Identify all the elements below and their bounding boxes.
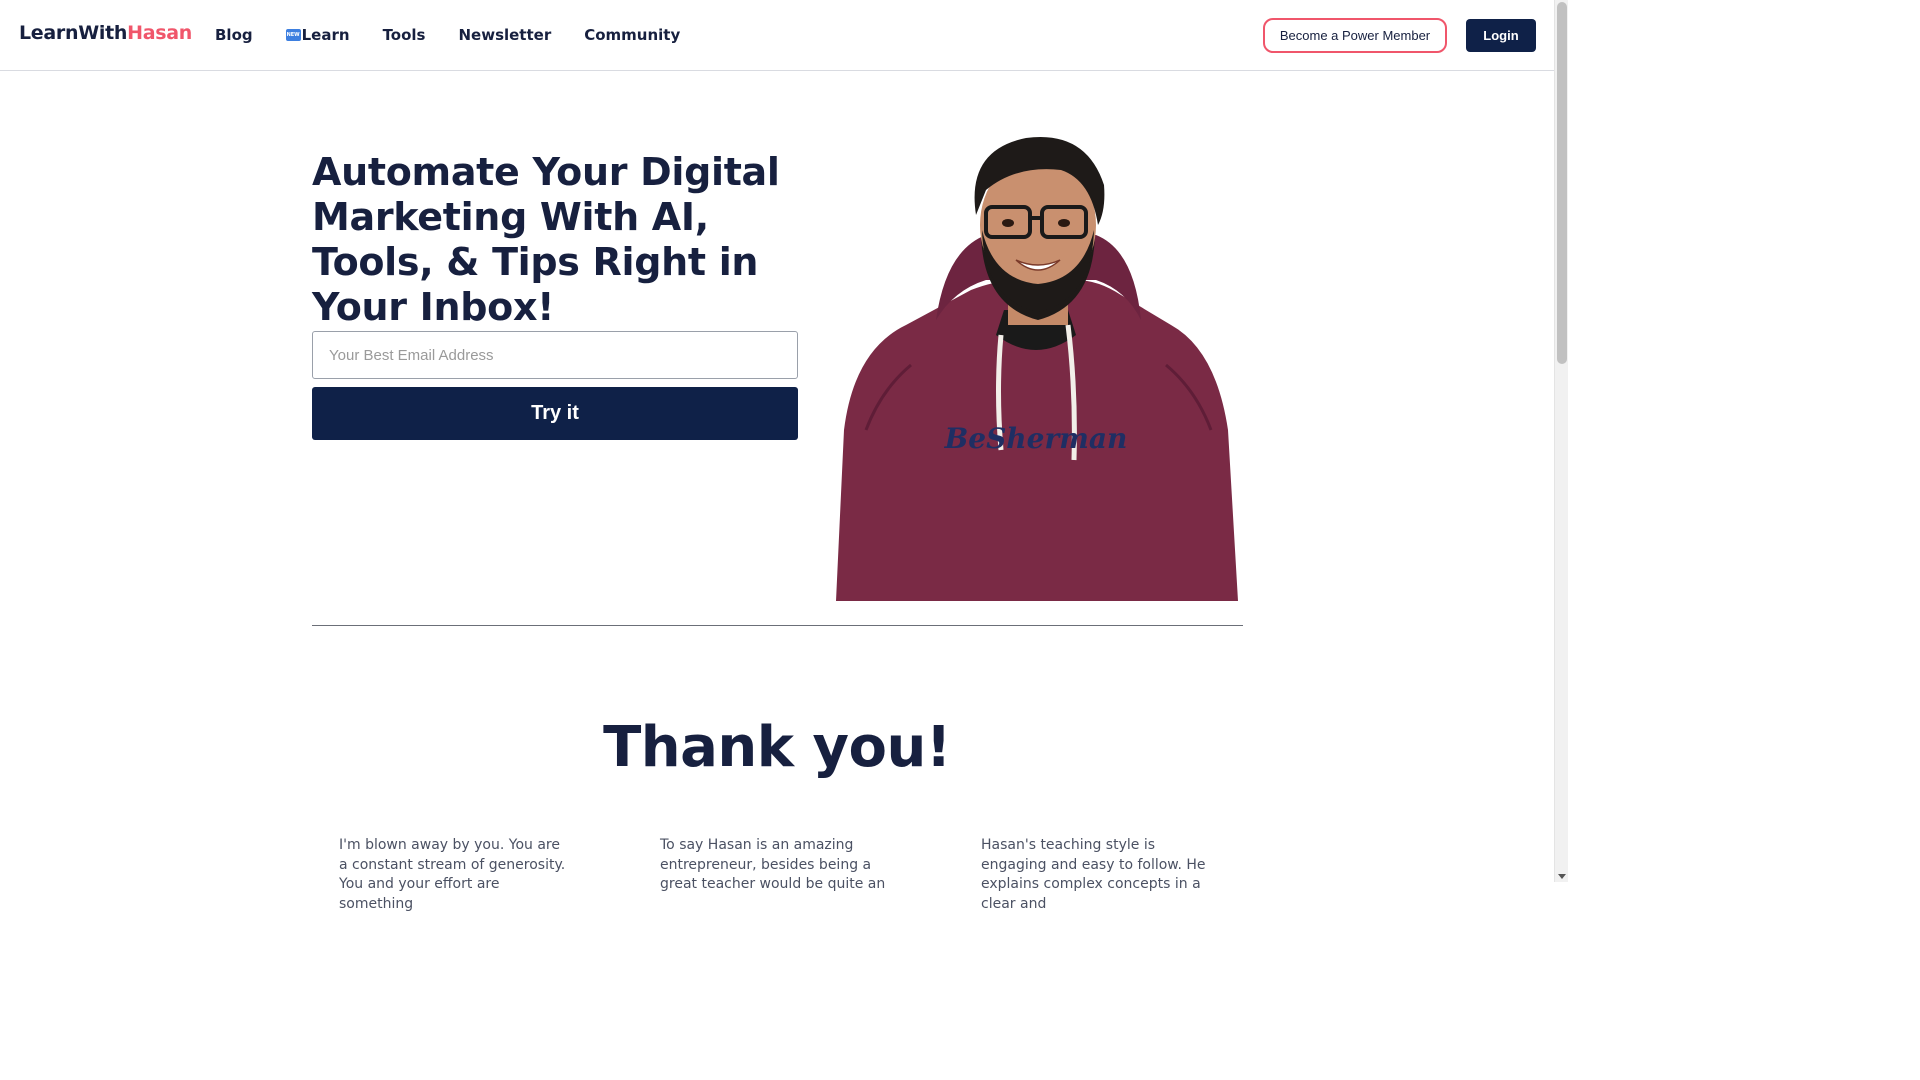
site-header: LearnWithHasan Blog NEW Learn Tools News… [0,0,1554,71]
portrait-shirt-text: BeSherman [944,422,1128,455]
page-scrollbar[interactable] [1554,0,1568,882]
nav-label: Community [584,26,681,44]
nav-item-learn[interactable]: NEW Learn [285,26,350,44]
scroll-down-arrow-icon[interactable] [1558,874,1566,879]
section-divider [312,625,1243,626]
nav-label: Newsletter [458,26,552,44]
author-portrait-image: BeSherman [836,136,1238,601]
logo-text-primary: LearnWith [19,22,128,44]
logo-text-accent: Hasan [127,22,192,44]
main-nav: Blog NEW Learn Tools Newsletter Communit… [215,26,713,44]
nav-item-newsletter[interactable]: Newsletter [458,26,551,44]
thank-you-heading: Thank you! [603,715,951,780]
nav-label: Blog [215,26,253,44]
site-logo[interactable]: LearnWithHasan [19,22,192,44]
become-power-member-button[interactable]: Become a Power Member [1263,18,1447,53]
try-it-button[interactable]: Try it [312,387,798,440]
login-button[interactable]: Login [1466,19,1536,52]
testimonial-text: I'm blown away by you. You are a constan… [339,837,566,912]
nav-label: Tools [382,26,426,44]
scrollbar-thumb[interactable] [1557,2,1567,364]
nav-item-blog[interactable]: Blog [215,26,253,44]
nav-item-tools[interactable]: Tools [383,26,426,44]
nav-label: Learn [301,26,350,44]
testimonial-text: To say Hasan is an amazing entrepreneur,… [660,837,886,892]
email-input[interactable] [312,331,798,379]
testimonial-text: Hasan's teaching style is engaging and e… [981,837,1206,912]
new-badge-icon: NEW [285,29,301,41]
hero-title: Automate Your Digital Marketing With AI,… [312,150,780,329]
nav-item-community[interactable]: Community [584,26,680,44]
